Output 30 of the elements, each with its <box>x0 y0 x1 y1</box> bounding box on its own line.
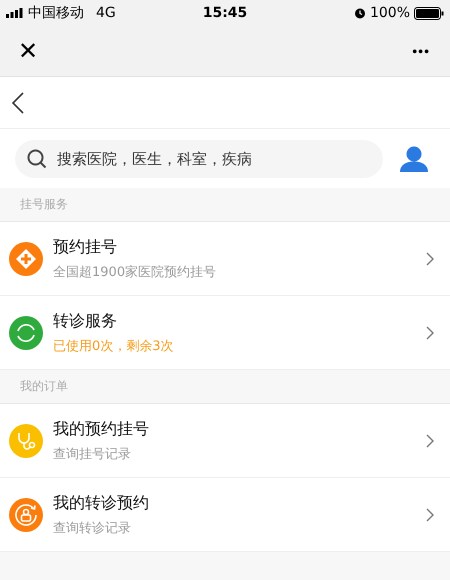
more-button[interactable]: ••• <box>406 42 436 60</box>
menu-item[interactable]: 我的转诊预约 查询转诊记录 <box>0 478 450 552</box>
section-header: 挂号服务 <box>20 196 68 213</box>
item-subtitle: 已使用0次，剩余3次 <box>53 338 175 354</box>
item-title: 我的预约挂号 <box>53 418 150 440</box>
alarm-icon <box>354 7 366 19</box>
menu-item[interactable]: 转诊服务 已使用0次，剩余3次 <box>0 296 450 370</box>
status-time: 15:45 <box>202 5 248 21</box>
item-title: 转诊服务 <box>53 310 118 332</box>
carrier-name: 中国移动 <box>28 4 84 22</box>
item-subtitle: 查询转诊记录 <box>53 520 132 536</box>
item-title: 我的转诊预约 <box>53 492 150 514</box>
signal-icon <box>6 8 24 18</box>
battery-icon <box>414 6 444 20</box>
chevron-icon <box>426 326 434 340</box>
close-button[interactable]: ✕ <box>14 34 42 68</box>
item-title: 预约挂号 <box>53 236 118 258</box>
item-subtitle: 全国超1900家医院预约挂号 <box>53 264 218 280</box>
search-field[interactable]: 搜索医院，医生，科室，疾病 <box>15 140 383 178</box>
battery-percent: 100% <box>370 5 410 21</box>
chevron-icon <box>426 252 434 266</box>
chevron-icon <box>426 508 434 522</box>
user-icon[interactable] <box>400 146 428 172</box>
item-subtitle: 查询挂号记录 <box>53 446 132 462</box>
chevron-icon <box>426 434 434 448</box>
back-icon[interactable] <box>12 92 24 114</box>
section-header: 我的订单 <box>20 378 68 395</box>
menu-item[interactable]: 我的预约挂号 查询挂号记录 <box>0 404 450 478</box>
menu-item[interactable]: 预约挂号 全国超1900家医院预约挂号 <box>0 222 450 296</box>
network-type: 4G <box>96 5 116 21</box>
